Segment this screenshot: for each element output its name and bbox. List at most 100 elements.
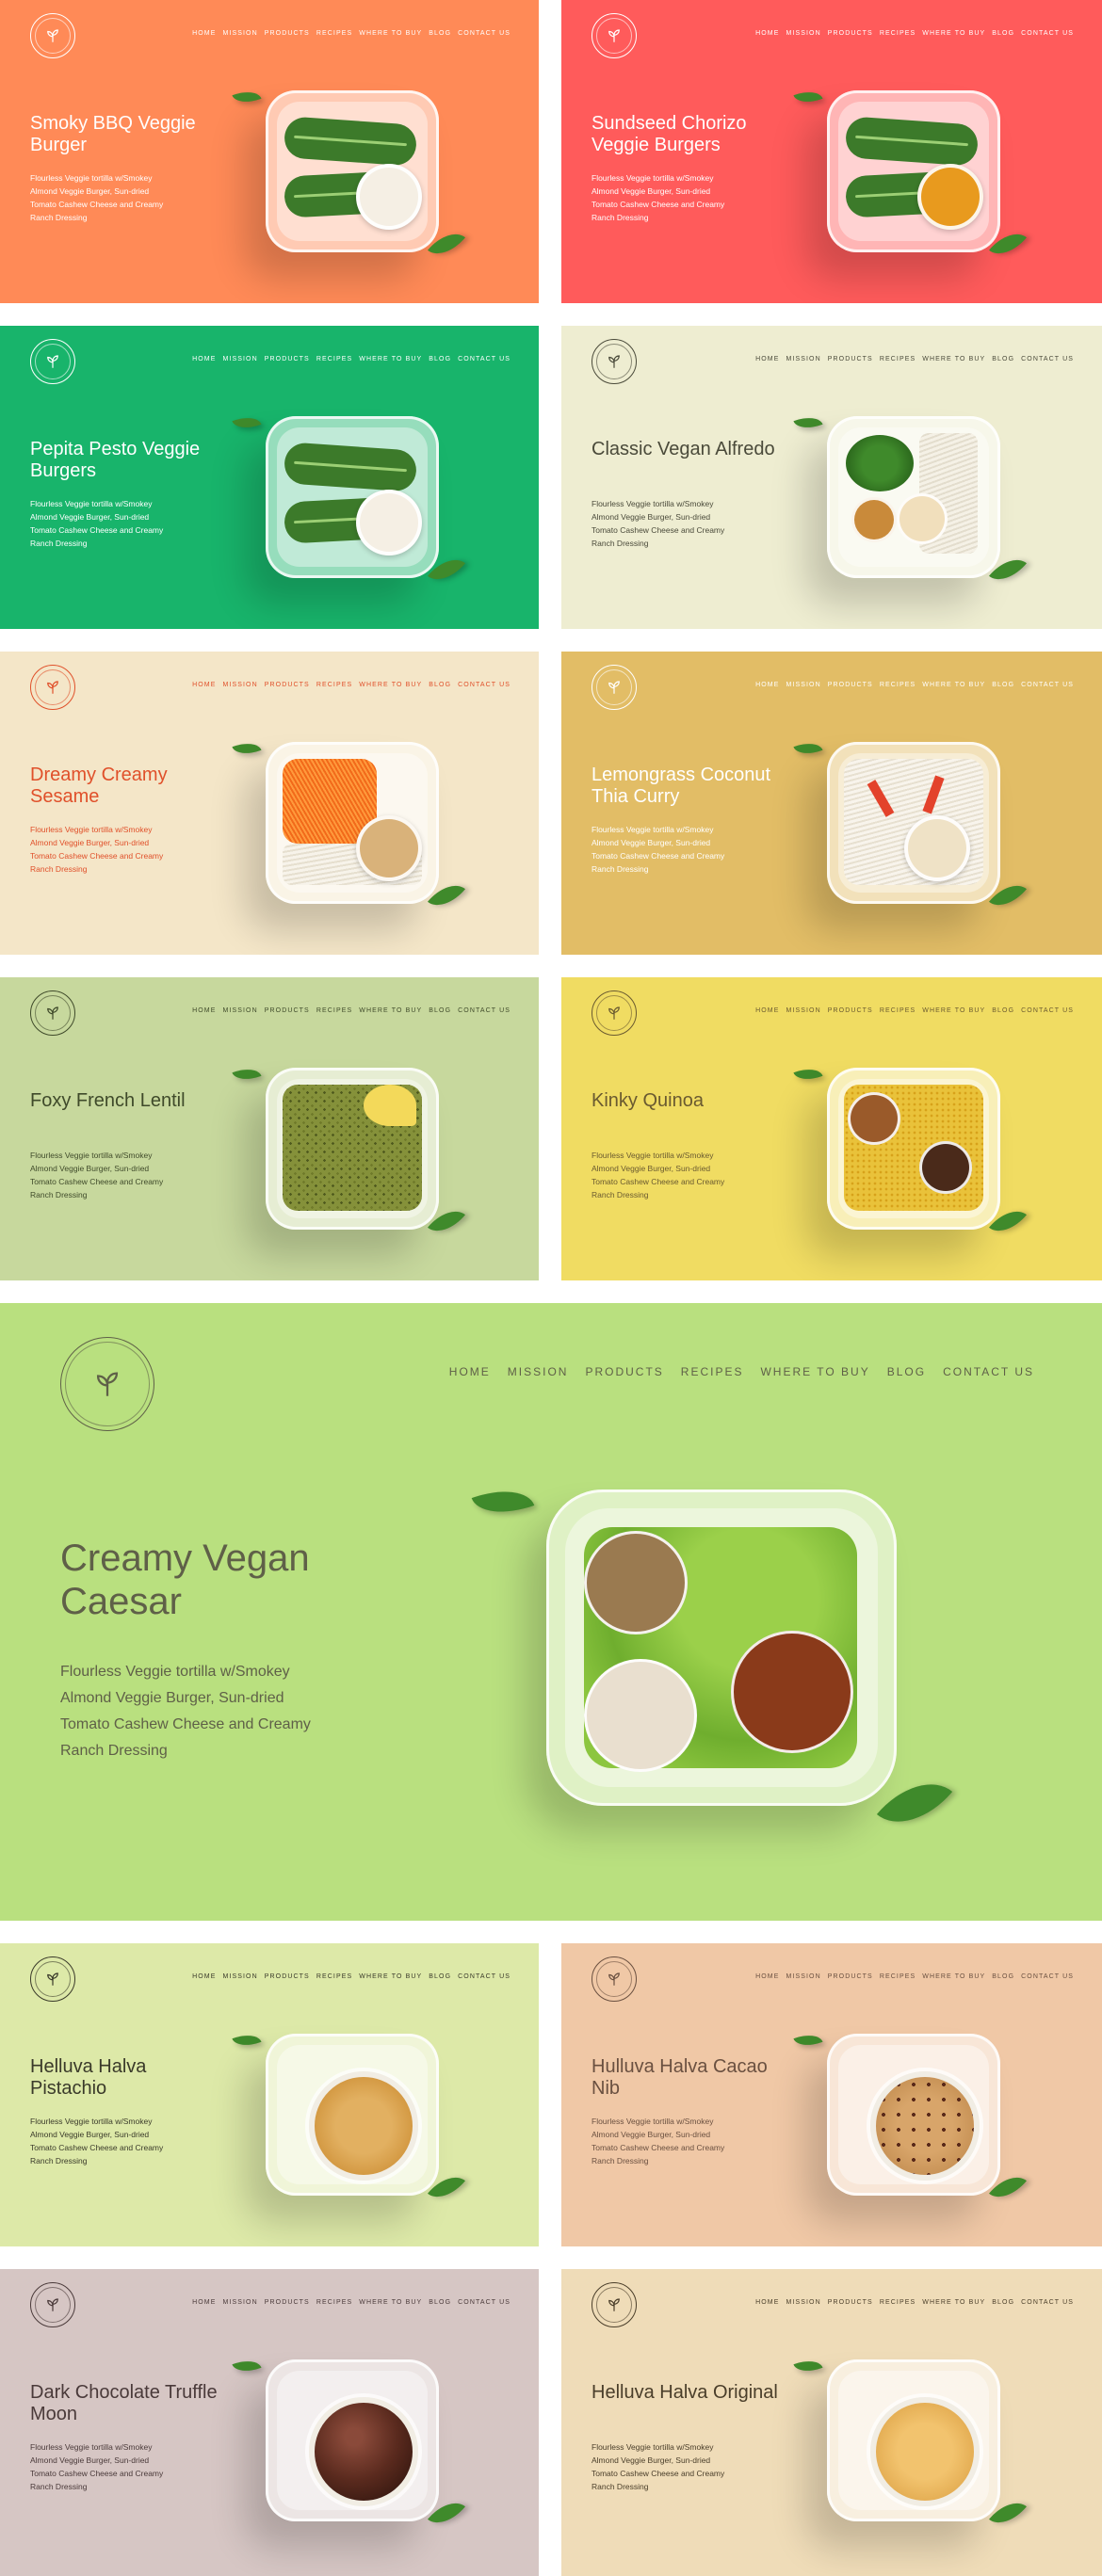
nav-item-where-to-buy[interactable]: WHERE TO BUY (922, 1007, 985, 1014)
nav-item-blog[interactable]: BLOG (992, 356, 1014, 362)
nav-item-recipes[interactable]: RECIPES (681, 1365, 744, 1378)
nav-item-products[interactable]: PRODUCTS (828, 356, 873, 362)
nav-item-home[interactable]: HOME (192, 1007, 216, 1014)
nav-item-where-to-buy[interactable]: WHERE TO BUY (359, 356, 422, 362)
brand-logo[interactable] (592, 339, 637, 384)
brand-logo[interactable] (30, 990, 75, 1036)
nav-item-home[interactable]: HOME (449, 1365, 491, 1378)
nav-item-where-to-buy[interactable]: WHERE TO BUY (359, 30, 422, 37)
product-image[interactable] (827, 416, 1000, 578)
brand-logo[interactable] (592, 1956, 637, 2002)
nav-item-contact-us[interactable]: CONTACT US (458, 30, 510, 37)
nav-item-products[interactable]: PRODUCTS (828, 1973, 873, 1980)
nav-item-blog[interactable]: BLOG (992, 30, 1014, 37)
nav-item-mission[interactable]: MISSION (222, 1007, 257, 1014)
nav-item-home[interactable]: HOME (192, 2299, 216, 2306)
brand-logo[interactable] (592, 13, 637, 58)
nav-item-products[interactable]: PRODUCTS (265, 1973, 310, 1980)
nav-item-home[interactable]: HOME (755, 356, 779, 362)
nav-item-contact-us[interactable]: CONTACT US (458, 2299, 510, 2306)
product-image[interactable] (546, 1489, 897, 1806)
brand-logo[interactable] (30, 1956, 75, 2002)
nav-item-products[interactable]: PRODUCTS (265, 1007, 310, 1014)
nav-item-blog[interactable]: BLOG (992, 1007, 1014, 1014)
nav-item-contact-us[interactable]: CONTACT US (1021, 682, 1074, 688)
brand-logo[interactable] (30, 13, 75, 58)
nav-item-products[interactable]: PRODUCTS (585, 1365, 663, 1378)
nav-item-where-to-buy[interactable]: WHERE TO BUY (359, 682, 422, 688)
nav-item-blog[interactable]: BLOG (429, 356, 451, 362)
product-image[interactable] (827, 90, 1000, 252)
nav-item-blog[interactable]: BLOG (429, 682, 451, 688)
nav-item-blog[interactable]: BLOG (429, 1007, 451, 1014)
product-image[interactable] (266, 90, 439, 252)
nav-item-home[interactable]: HOME (192, 1973, 216, 1980)
nav-item-contact-us[interactable]: CONTACT US (1021, 2299, 1074, 2306)
nav-item-blog[interactable]: BLOG (429, 2299, 451, 2306)
nav-item-blog[interactable]: BLOG (429, 1973, 451, 1980)
product-image[interactable] (266, 2359, 439, 2521)
nav-item-recipes[interactable]: RECIPES (880, 356, 916, 362)
nav-item-home[interactable]: HOME (755, 682, 779, 688)
nav-item-mission[interactable]: MISSION (786, 1973, 820, 1980)
nav-item-recipes[interactable]: RECIPES (316, 1007, 352, 1014)
nav-item-mission[interactable]: MISSION (222, 356, 257, 362)
nav-item-contact-us[interactable]: CONTACT US (458, 1973, 510, 1980)
nav-item-home[interactable]: HOME (192, 356, 216, 362)
nav-item-products[interactable]: PRODUCTS (828, 30, 873, 37)
product-image[interactable] (827, 1068, 1000, 1230)
product-image[interactable] (266, 742, 439, 904)
nav-item-contact-us[interactable]: CONTACT US (458, 1007, 510, 1014)
nav-item-mission[interactable]: MISSION (222, 30, 257, 37)
nav-item-recipes[interactable]: RECIPES (316, 2299, 352, 2306)
nav-item-recipes[interactable]: RECIPES (880, 30, 916, 37)
nav-item-blog[interactable]: BLOG (992, 1973, 1014, 1980)
nav-item-home[interactable]: HOME (192, 30, 216, 37)
nav-item-contact-us[interactable]: CONTACT US (1021, 30, 1074, 37)
nav-item-products[interactable]: PRODUCTS (265, 682, 310, 688)
nav-item-where-to-buy[interactable]: WHERE TO BUY (760, 1365, 869, 1378)
nav-item-products[interactable]: PRODUCTS (828, 1007, 873, 1014)
brand-logo[interactable] (30, 2282, 75, 2327)
product-image[interactable] (266, 1068, 439, 1230)
nav-item-recipes[interactable]: RECIPES (880, 1973, 916, 1980)
product-image[interactable] (266, 416, 439, 578)
brand-logo[interactable] (60, 1337, 154, 1431)
nav-item-recipes[interactable]: RECIPES (316, 30, 352, 37)
nav-item-contact-us[interactable]: CONTACT US (458, 682, 510, 688)
nav-item-home[interactable]: HOME (755, 30, 779, 37)
nav-item-recipes[interactable]: RECIPES (880, 2299, 916, 2306)
nav-item-where-to-buy[interactable]: WHERE TO BUY (922, 2299, 985, 2306)
product-image[interactable] (266, 2034, 439, 2196)
nav-item-recipes[interactable]: RECIPES (880, 682, 916, 688)
nav-item-where-to-buy[interactable]: WHERE TO BUY (359, 2299, 422, 2306)
nav-item-where-to-buy[interactable]: WHERE TO BUY (922, 356, 985, 362)
nav-item-contact-us[interactable]: CONTACT US (458, 356, 510, 362)
nav-item-products[interactable]: PRODUCTS (265, 30, 310, 37)
product-image[interactable] (827, 2359, 1000, 2521)
nav-item-where-to-buy[interactable]: WHERE TO BUY (922, 30, 985, 37)
nav-item-recipes[interactable]: RECIPES (880, 1007, 916, 1014)
nav-item-mission[interactable]: MISSION (786, 682, 820, 688)
nav-item-home[interactable]: HOME (755, 1007, 779, 1014)
nav-item-mission[interactable]: MISSION (786, 30, 820, 37)
nav-item-where-to-buy[interactable]: WHERE TO BUY (922, 1973, 985, 1980)
brand-logo[interactable] (30, 339, 75, 384)
nav-item-contact-us[interactable]: CONTACT US (1021, 356, 1074, 362)
nav-item-products[interactable]: PRODUCTS (265, 356, 310, 362)
nav-item-recipes[interactable]: RECIPES (316, 356, 352, 362)
nav-item-mission[interactable]: MISSION (222, 682, 257, 688)
nav-item-mission[interactable]: MISSION (508, 1365, 569, 1378)
nav-item-home[interactable]: HOME (755, 2299, 779, 2306)
nav-item-where-to-buy[interactable]: WHERE TO BUY (359, 1007, 422, 1014)
nav-item-blog[interactable]: BLOG (887, 1365, 926, 1378)
nav-item-home[interactable]: HOME (192, 682, 216, 688)
nav-item-mission[interactable]: MISSION (786, 356, 820, 362)
nav-item-products[interactable]: PRODUCTS (828, 2299, 873, 2306)
nav-item-mission[interactable]: MISSION (786, 2299, 820, 2306)
nav-item-where-to-buy[interactable]: WHERE TO BUY (922, 682, 985, 688)
nav-item-contact-us[interactable]: CONTACT US (1021, 1973, 1074, 1980)
product-image[interactable] (827, 2034, 1000, 2196)
brand-logo[interactable] (592, 2282, 637, 2327)
nav-item-recipes[interactable]: RECIPES (316, 1973, 352, 1980)
